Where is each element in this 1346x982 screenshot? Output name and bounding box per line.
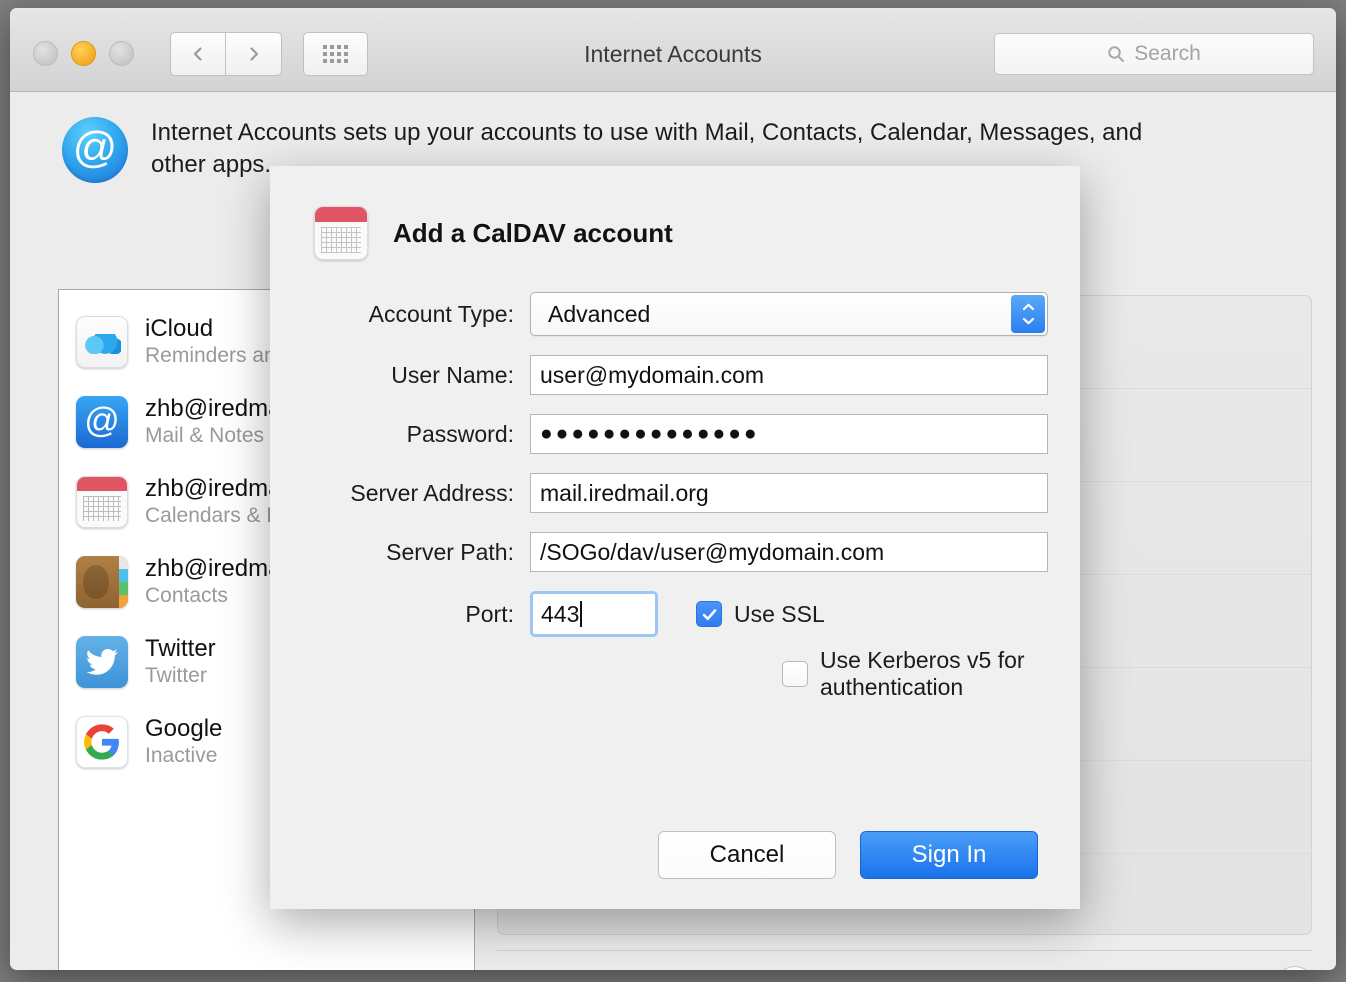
list-item-title: Google xyxy=(145,715,222,743)
server-address-label: Server Address: xyxy=(314,480,530,507)
list-item-labels: Google Inactive xyxy=(145,715,222,770)
server-path-field[interactable]: /SOGo/dav/user@mydomain.com xyxy=(530,532,1048,572)
google-icon xyxy=(76,716,128,768)
server-path-row: Server Path: /SOGo/dav/user@mydomain.com xyxy=(270,532,1080,572)
caldav-form: Account Type: Advanced User Name: user@m… xyxy=(270,260,1080,701)
port-row: Port: 443 Use SSL xyxy=(270,591,1080,637)
password-row: Password: ●●●●●●●●●●●●●● xyxy=(270,414,1080,454)
banner-line-1: Internet Accounts sets up your accounts … xyxy=(151,117,1336,149)
checkbox-checked-icon xyxy=(696,601,722,627)
twitter-bird-icon xyxy=(85,645,119,679)
kerberos-checkbox[interactable]: Use Kerberos v5 for authentication xyxy=(270,647,1080,701)
detail-divider xyxy=(497,950,1312,951)
cancel-button[interactable]: Cancel xyxy=(658,831,836,879)
list-item-subtitle: Inactive xyxy=(145,743,222,769)
text-caret xyxy=(580,601,582,627)
kerberos-label: Use Kerberos v5 for authentication xyxy=(820,647,1080,701)
list-item-title: Twitter xyxy=(145,635,216,663)
google-g-icon xyxy=(84,724,120,760)
checkbox-unchecked-icon xyxy=(782,661,808,687)
user-name-field[interactable]: user@mydomain.com xyxy=(530,355,1048,395)
icloud-icon xyxy=(76,316,128,368)
window-titlebar: Internet Accounts Search xyxy=(10,8,1336,92)
twitter-icon xyxy=(76,636,128,688)
calendar-icon xyxy=(76,476,128,528)
password-field[interactable]: ●●●●●●●●●●●●●● xyxy=(530,414,1048,454)
help-button[interactable]: ? xyxy=(1276,966,1314,970)
sign-in-button[interactable]: Sign In xyxy=(860,831,1038,879)
dialog-buttons: Cancel Sign In xyxy=(658,831,1038,879)
window-body: @ Internet Accounts sets up your account… xyxy=(10,92,1336,969)
user-name-row: User Name: user@mydomain.com xyxy=(270,355,1080,395)
chevron-up-down-icon[interactable] xyxy=(1011,295,1045,333)
add-caldav-account-dialog: Add a CalDAV account Account Type: Advan… xyxy=(270,166,1080,909)
mail-icon: @ xyxy=(76,396,128,448)
dialog-title: Add a CalDAV account xyxy=(393,218,673,249)
contacts-icon xyxy=(76,556,128,608)
calendar-icon xyxy=(314,206,368,260)
system-preferences-window: Internet Accounts Search @ Internet Acco… xyxy=(10,8,1336,970)
user-name-label: User Name: xyxy=(314,362,530,389)
port-field[interactable]: 443 xyxy=(530,591,658,637)
server-address-field[interactable]: mail.iredmail.org xyxy=(530,473,1048,513)
at-icon: @ xyxy=(62,117,128,183)
port-label: Port: xyxy=(314,601,530,628)
dialog-header: Add a CalDAV account xyxy=(270,166,1080,260)
list-item-labels: Twitter Twitter xyxy=(145,635,216,690)
port-value: 443 xyxy=(541,601,579,628)
account-type-select[interactable]: Advanced xyxy=(530,292,1048,336)
search-placeholder: Search xyxy=(1134,42,1201,66)
search-icon xyxy=(1107,45,1125,63)
use-ssl-label: Use SSL xyxy=(734,601,825,628)
desktop-background: Internet Accounts Search @ Internet Acco… xyxy=(0,0,1346,982)
account-type-label: Account Type: xyxy=(314,301,530,328)
account-type-row: Account Type: Advanced xyxy=(270,292,1080,336)
list-item-subtitle: Twitter xyxy=(145,663,216,689)
server-address-row: Server Address: mail.iredmail.org xyxy=(270,473,1080,513)
search-input[interactable]: Search xyxy=(994,33,1314,75)
account-type-value: Advanced xyxy=(530,292,1048,336)
use-ssl-checkbox[interactable]: Use SSL xyxy=(696,601,825,628)
server-path-label: Server Path: xyxy=(314,539,530,566)
password-label: Password: xyxy=(314,421,530,448)
